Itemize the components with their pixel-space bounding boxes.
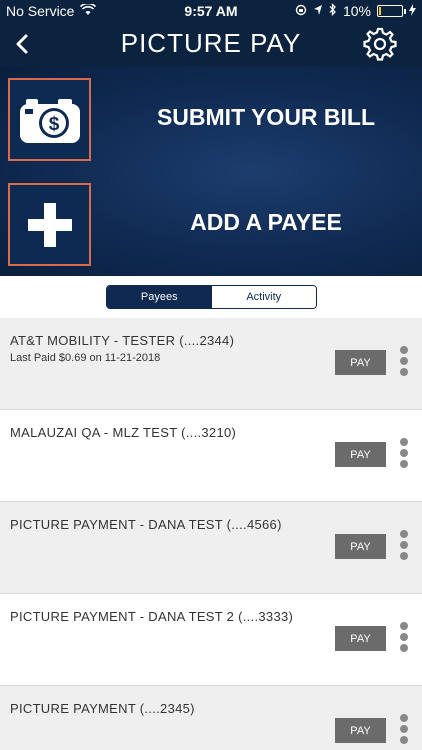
payee-list: AT&T MOBILITY - TESTER (....2344) Last Pa… (0, 318, 422, 750)
pay-button[interactable]: PAY (335, 442, 386, 467)
charging-icon (409, 3, 416, 19)
svg-text:$: $ (48, 114, 59, 135)
nav-bar: PICTURE PAY (0, 22, 422, 66)
add-payee-label: ADD A PAYEE (190, 209, 342, 235)
payee-name: AT&T MOBILITY - TESTER (....2344) (10, 333, 235, 348)
payee-row[interactable]: AT&T MOBILITY - TESTER (....2344) Last Pa… (0, 318, 422, 410)
status-bar: No Service 9:57 AM 10% (0, 0, 422, 22)
more-options-icon[interactable] (398, 622, 410, 656)
more-options-icon[interactable] (398, 346, 410, 380)
payee-name: PICTURE PAYMENT - DANA TEST 2 (....3333) (10, 609, 294, 624)
payees-activity-toggle: Payees Activity (106, 285, 317, 309)
camera-dollar-icon: $ (19, 98, 80, 143)
gear-icon (363, 27, 397, 61)
battery-percent: 10% (342, 3, 371, 19)
action-banner: $ SUBMIT YOUR BILL ADD A PAYEE (0, 66, 422, 276)
plus-icon (27, 202, 72, 247)
add-payee-button[interactable]: ADD A PAYEE (0, 181, 422, 271)
tab-activity[interactable]: Activity (211, 286, 316, 308)
payee-row[interactable]: PICTURE PAYMENT - DANA TEST 2 (....3333)… (0, 594, 422, 686)
submit-bill-label: SUBMIT YOUR BILL (156, 104, 376, 130)
pay-button[interactable]: PAY (335, 626, 386, 651)
battery-icon (377, 5, 406, 17)
payee-name: MALAUZAI QA - MLZ TEST (....3210) (10, 425, 237, 440)
settings-button[interactable] (362, 26, 398, 62)
status-right: 10% (295, 2, 416, 19)
last-paid-text: Last Paid $0.69 on 11-21-2018 (10, 352, 161, 364)
payee-row[interactable]: MALAUZAI QA - MLZ TEST (....3210) PAY (0, 410, 422, 502)
pay-button[interactable]: PAY (335, 350, 386, 375)
payee-name: PICTURE PAYMENT (....2345) (10, 701, 195, 716)
more-options-icon[interactable] (398, 438, 410, 472)
more-options-icon[interactable] (398, 714, 410, 748)
payee-name: PICTURE PAYMENT - DANA TEST (....4566) (10, 517, 282, 532)
pay-button[interactable]: PAY (335, 718, 386, 743)
screen-lock-icon (295, 3, 307, 19)
more-options-icon[interactable] (398, 530, 410, 564)
location-icon (313, 3, 323, 19)
submit-bill-tile[interactable]: $ (8, 78, 91, 161)
payee-row[interactable]: PICTURE PAYMENT - DANA TEST (....4566) PA… (0, 502, 422, 594)
payee-row[interactable]: PICTURE PAYMENT (....2345) PAY (0, 686, 422, 750)
page-title: PICTURE PAY (120, 28, 302, 58)
tab-payees[interactable]: Payees (107, 286, 212, 308)
submit-bill-button[interactable]: $ SUBMIT YOUR BILL (0, 76, 422, 166)
add-payee-tile[interactable] (8, 183, 91, 266)
pay-button[interactable]: PAY (335, 534, 386, 559)
bluetooth-icon (329, 2, 337, 19)
